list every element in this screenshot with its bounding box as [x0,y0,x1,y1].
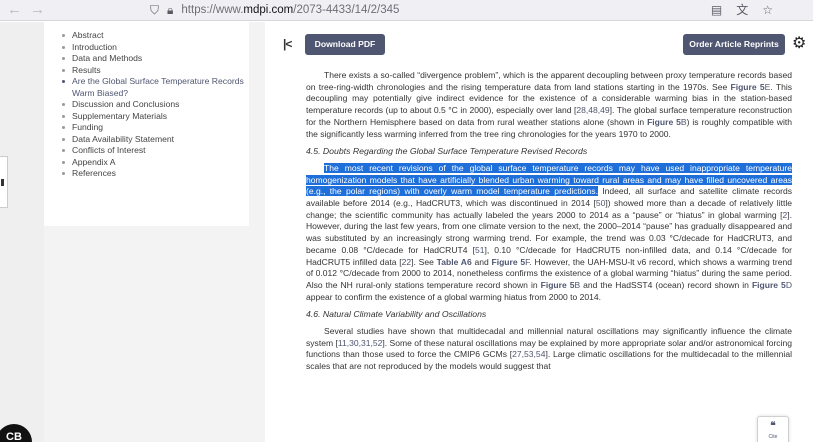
figure-link[interactable]: Figure 5B [647,117,687,127]
address-bar[interactable]: ⛉ 🔒︎ https://www. mdpi.com/2073-4433/14/2… [150,0,660,20]
toc-item[interactable]: Data Availability Statement [62,134,249,146]
citation-link[interactable]: 28,48,49 [576,105,609,115]
clipped-equation-line: ˇˇˇ [441,64,567,71]
url-path: /2073-4433/14/2/345 [293,4,400,16]
citation-link[interactable]: 50 [596,198,606,208]
browser-toolbar: ← → ⛉ 🔒︎ https://www. mdpi.com/2073-4433/… [0,0,813,21]
toc-item[interactable]: References [62,168,249,180]
url-prefix: https://www. [181,4,244,16]
table-of-contents: Abstract Introduction Data and Methods Resu… [44,22,249,226]
article-toolbar: |< Download PDF Order Article Reprints ⚙ [265,22,813,64]
article-body: ˇˇˇ There exists a so-called “divergence… [306,64,792,442]
order-reprints-button[interactable]: Order Article Reprints [683,34,785,55]
bookmark-star-icon[interactable]: ☆ [762,1,773,19]
toc-item[interactable]: Supplementary Materials [62,111,249,123]
section-heading-4-6: 4.6. Natural Climate Variability and Osc… [306,309,487,320]
toc-item[interactable]: Abstract [62,30,249,42]
paragraph-revised-records: The most recent revisions of the global … [306,162,792,302]
collapse-sidebar-button[interactable]: |< [283,37,292,51]
translate-icon[interactable]: 文 [736,1,748,19]
figure-link[interactable]: Figure 5B [541,280,581,290]
column-gutter [249,22,265,442]
quote-icon: ❝ [770,421,776,432]
toc-item[interactable]: Discussion and Conclusions [62,99,249,111]
citation-link[interactable]: 27,53,54 [512,349,545,359]
cite-label: Cite [768,434,778,440]
figure-link[interactable]: Figure 5F [491,257,529,267]
lock-icon[interactable]: 🔒︎ [167,3,173,18]
toc-item[interactable]: Are the Global Surface Temperature Recor… [62,76,249,99]
citation-link[interactable]: 22 [402,257,412,267]
toc-item[interactable]: Appendix A [62,157,249,169]
page-margin [0,22,44,442]
toc-item[interactable]: Conflicts of Interest [62,145,249,157]
back-arrow-icon[interactable]: ← [7,1,22,19]
cite-widget[interactable]: ❝ Cite [757,416,789,442]
section-heading-4-5: 4.5. Doubts Regarding the Global Surface… [306,146,588,157]
figure-link[interactable]: Figure 5D [752,280,792,290]
toc-item[interactable]: Results [62,65,249,77]
shield-icon[interactable]: ⛉ [150,3,159,18]
side-tab-handle[interactable] [0,156,8,208]
url-domain: mdpi.com [243,4,294,16]
toc-item[interactable]: Funding [62,122,249,134]
toc-item[interactable]: Introduction [62,42,249,54]
paragraph-divergence: There exists a so-called “divergence pro… [306,70,792,139]
citation-link[interactable]: 11,30,31,52 [338,338,383,348]
scrollbar-track[interactable] [805,22,813,442]
paragraph-natural-variability: Several studies have shown that multidec… [306,326,792,372]
figure-link[interactable]: Figure 5E [730,82,770,92]
forward-arrow-icon[interactable]: → [30,1,45,19]
sidebar-background [44,226,249,442]
download-pdf-button[interactable]: Download PDF [305,34,385,55]
table-link[interactable]: Table A6 [437,257,472,267]
toc-item[interactable]: Data and Methods [62,53,249,65]
reader-view-icon[interactable]: ▤ [711,1,722,19]
